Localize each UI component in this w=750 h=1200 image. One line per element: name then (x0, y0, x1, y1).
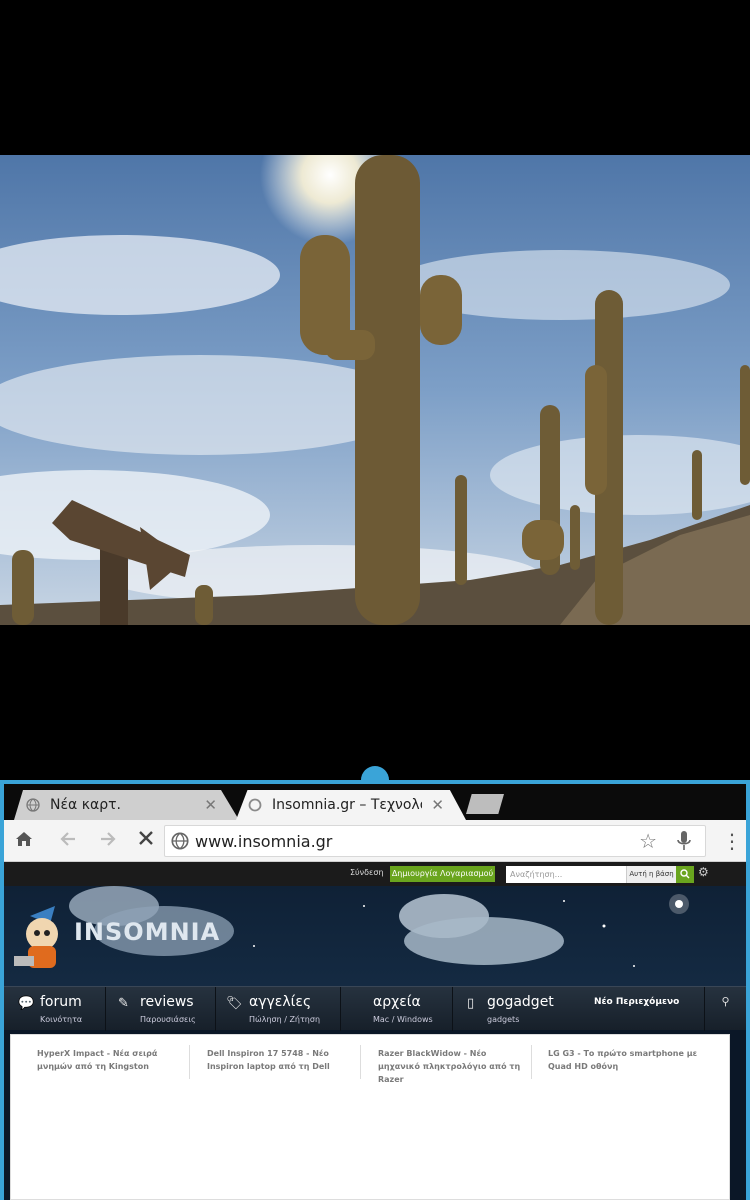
cactus-photo (0, 155, 750, 625)
search-icon (680, 869, 690, 879)
login-link[interactable]: Σύνδεση (350, 868, 384, 877)
photo-viewer[interactable] (0, 155, 750, 625)
close-tab-icon[interactable]: ✕ (431, 796, 444, 814)
ipod-icon: ▯ (467, 996, 475, 1011)
divider (531, 1045, 532, 1079)
headline-link[interactable]: HyperX Impact - Νέα σειρά μνημών από τη … (37, 1047, 187, 1073)
address-bar[interactable]: www.insomnia.gr ☆ (164, 825, 706, 857)
chat-bubble-icon: 💬 (18, 996, 35, 1011)
nav-forum[interactable]: 💬 forum Κοινότητα (4, 987, 106, 1031)
divider (189, 1045, 190, 1079)
new-content-link[interactable]: Νέο Περιεχόμενο (594, 997, 679, 1007)
site-logo[interactable]: INSOMNIA (74, 918, 220, 946)
nav-label: gogadget (487, 994, 554, 1010)
site-search-input[interactable]: Αναζήτηση... (506, 866, 626, 883)
loading-spinner-icon (248, 798, 262, 812)
nav-label: αρχεία (373, 994, 421, 1010)
site-banner: INSOMNIA (4, 886, 746, 986)
browser-window: Νέα καρτ. ✕ Insomnia.gr – Τεχνολογία ✕ (0, 780, 750, 1200)
nav-sublabel: Κοινότητα (40, 1015, 83, 1024)
site-nav: 💬 forum Κοινότητα ✎ reviews Παρουσιάσεις… (4, 986, 746, 1031)
bookmark-star-icon[interactable]: ☆ (639, 829, 657, 853)
headlines-panel: HyperX Impact - Νέα σειρά μνημών από τη … (10, 1034, 730, 1200)
divider (360, 1045, 361, 1079)
mascot-icon (14, 906, 58, 968)
globe-icon (171, 832, 189, 850)
tag-icon: 🏷 (226, 996, 243, 1011)
web-page: Σύνδεση Δημιουργία Λογαριασμού Αναζήτηση… (4, 862, 746, 1200)
nav-label: forum (40, 994, 82, 1010)
forward-arrow-icon[interactable] (96, 829, 120, 853)
url-text[interactable]: www.insomnia.gr (195, 832, 332, 851)
nav-reviews[interactable]: ✎ reviews Παρουσιάσεις (106, 987, 216, 1031)
browser-toolbar: www.insomnia.gr ☆ ⋮ (4, 820, 746, 862)
close-tab-icon[interactable]: ✕ (204, 796, 217, 814)
nav-label: αγγελίες (249, 994, 312, 1010)
edit-icon: ✎ (118, 996, 129, 1011)
gear-icon[interactable]: ⚙ (698, 865, 709, 879)
globe-icon (26, 798, 40, 812)
tab-insomnia[interactable]: Insomnia.gr – Τεχνολογία ✕ (236, 790, 466, 820)
microphone-icon[interactable] (677, 830, 691, 852)
search-scope-select[interactable]: Αυτή η βάση (626, 866, 676, 883)
tab-strip: Νέα καρτ. ✕ Insomnia.gr – Τεχνολογία ✕ (4, 784, 746, 820)
stop-loading-icon[interactable] (134, 829, 158, 853)
home-icon[interactable] (12, 829, 36, 853)
nav-files[interactable]: αρχεία Mac / Windows (341, 987, 453, 1031)
location-pin-icon[interactable]: ⚲ (704, 987, 746, 1031)
nav-sublabel: gadgets (487, 1015, 520, 1024)
site-topbar: Σύνδεση Δημιουργία Λογαριασμού Αναζήτηση… (4, 862, 746, 886)
nav-gogadget[interactable]: ▯ gogadget gadgets (453, 987, 583, 1031)
register-button[interactable]: Δημιουργία Λογαριασμού (390, 866, 495, 882)
new-tab-button[interactable] (466, 794, 504, 814)
headline-link[interactable]: Dell Inspiron 17 5748 - Νέο Inspiron lap… (207, 1047, 357, 1073)
headline-link[interactable]: LG G3 - Το πρώτο smartphone με Quad HD ο… (548, 1047, 698, 1073)
tab-new-tab[interactable]: Νέα καρτ. ✕ (14, 790, 239, 820)
screen: Νέα καρτ. ✕ Insomnia.gr – Τεχνολογία ✕ (0, 0, 750, 1200)
nav-label: reviews (140, 994, 194, 1010)
back-arrow-icon[interactable] (56, 829, 80, 853)
nav-sublabel: Πώληση / Ζήτηση (249, 1015, 321, 1024)
nav-sublabel: Παρουσιάσεις (140, 1015, 196, 1024)
overflow-menu-icon[interactable]: ⋮ (720, 829, 744, 853)
nav-classifieds[interactable]: 🏷 αγγελίες Πώληση / Ζήτηση (216, 987, 341, 1031)
search-button[interactable] (676, 866, 694, 883)
nav-sublabel: Mac / Windows (373, 1015, 433, 1024)
tab-title: Insomnia.gr – Τεχνολογία (272, 797, 422, 813)
tab-title: Νέα καρτ. (50, 797, 121, 813)
headline-link[interactable]: Razer BlackWidow - Νέο μηχανικό πληκτρολ… (378, 1047, 528, 1086)
